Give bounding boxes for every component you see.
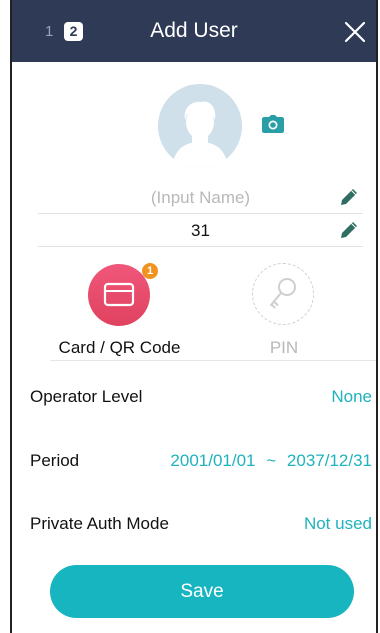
user-avatar-icon [158,84,242,168]
pin-label: PIN [269,338,299,357]
header-bar: 1 2 Add User [12,0,376,62]
card-count-badge: 1 [142,263,158,279]
save-button[interactable]: Save [50,565,354,618]
period-separator: ~ [266,451,277,470]
page-title: Add User [150,19,238,42]
close-icon [344,21,366,43]
card-qr-auth-button[interactable] [88,264,150,326]
camera-icon [262,115,284,133]
private-auth-mode-value[interactable]: Not used [304,514,372,534]
user-id-field[interactable]: 31 [38,214,363,247]
edit-id-button[interactable] [339,220,359,240]
edit-name-button[interactable] [339,187,359,207]
operator-level-value[interactable]: None [331,387,372,407]
pencil-icon [341,189,357,205]
private-auth-mode-label: Private Auth Mode [30,514,169,533]
period-label: Period [30,451,80,470]
period-end: 2037/12/31 [286,451,372,470]
user-id-value: 31 [191,221,210,240]
period-value[interactable]: 2001/01/01 ~ 2037/12/31 [170,451,372,471]
user-avatar[interactable] [158,84,242,168]
pin-auth-button[interactable] [252,263,314,325]
pencil-icon [341,222,357,238]
close-button[interactable] [343,20,367,44]
name-field[interactable]: (Input Name) [38,181,363,214]
operator-level-label: Operator Level [30,387,143,406]
period-start: 2001/01/01 [170,451,256,470]
key-icon [270,278,296,309]
name-placeholder: (Input Name) [150,188,251,207]
card-qr-label: Card / QR Code [58,338,181,357]
camera-button[interactable] [262,115,284,133]
divider [50,360,376,361]
add-user-panel: 1 2 Add User (Input Name) 31 1 Card / QR… [10,0,378,633]
card-icon [103,282,135,307]
